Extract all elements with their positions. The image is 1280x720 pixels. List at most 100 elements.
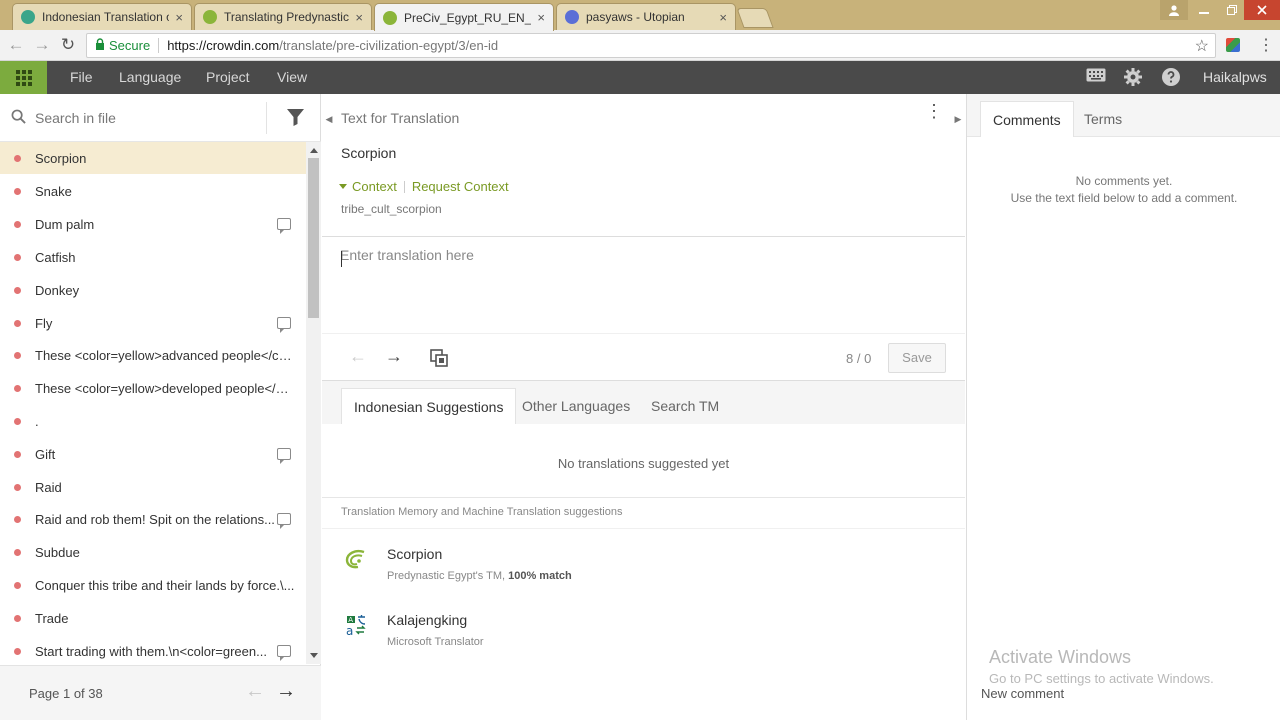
list-item[interactable]: Snake [0,175,306,207]
context-toggle[interactable]: Context [352,179,397,194]
translation-input[interactable] [340,247,940,327]
list-item[interactable]: Trade [0,602,306,634]
next-string-arrow-icon[interactable]: → [385,346,403,367]
restore-icon[interactable] [1218,0,1246,20]
extension-icon[interactable] [1226,38,1240,52]
request-context-link[interactable]: Request Context [412,179,509,194]
list-item[interactable]: Dum palm [0,208,306,240]
back-arrow-icon[interactable]: ← [6,35,26,55]
context-row: Context Request Context [339,179,509,194]
close-icon[interactable]: × [355,10,363,25]
filter-icon[interactable] [287,109,304,126]
menu-language[interactable]: Language [119,61,181,94]
suggestion-item[interactable]: Aa Kalajengking Microsoft Translator [322,607,965,667]
more-options-icon[interactable]: ⋮ [925,102,943,120]
browser-tab-translating-predynastic[interactable]: Translating Predynastic E × [194,3,372,30]
suggestion-item[interactable]: Scorpion Predynastic Egypt's TM, 100% ma… [322,541,965,601]
list-item-label: . [35,413,39,429]
user-profile-icon[interactable] [1160,0,1188,20]
keyboard-icon[interactable] [1086,67,1106,87]
browser-tab-pasyaws-utopian[interactable]: pasyaws - Utopian × [556,3,736,30]
close-icon[interactable]: × [175,10,183,25]
list-item-label: Scorpion [35,150,87,166]
previous-string-arrow-icon[interactable]: ← [349,346,367,367]
save-button[interactable]: Save [888,343,946,373]
svg-text:A: A [348,616,353,624]
forward-arrow-icon[interactable]: → [32,35,52,55]
untranslated-dot-icon [14,187,21,195]
crowdin-favicon-icon [21,10,35,24]
browser-toolbar: ← → ↻ Secure https://crowdin.com /transl… [0,30,1280,61]
editor-toolbar: ← → 8 / 0 Save [322,333,965,381]
divider [403,180,405,193]
list-item[interactable]: Subdue [0,536,306,568]
user-name[interactable]: Haikalpws [1203,61,1267,94]
collapse-right-arrow-icon[interactable]: ▶ [952,94,964,144]
apps-grid-button[interactable] [0,61,47,94]
tab-terms[interactable]: Terms [1072,101,1134,137]
microsoft-translator-icon: Aa [346,615,366,637]
scroll-up-icon[interactable] [310,148,318,153]
tab-comments[interactable]: Comments [980,101,1074,137]
prev-page-arrow-icon[interactable]: ← [245,680,265,703]
copy-source-icon[interactable] [430,349,448,367]
menu-view[interactable]: View [277,61,307,94]
empty-suggestions-message: No translations suggested yet [557,456,730,471]
browser-menu-icon[interactable]: ⋮ [1258,35,1274,55]
next-page-arrow-icon[interactable]: → [276,680,296,703]
search-input[interactable] [35,108,255,128]
close-icon[interactable]: × [719,10,727,25]
address-bar[interactable]: Secure https://crowdin.com /translate/pr… [86,33,1216,58]
browser-tab-preciv-egypt[interactable]: PreCiv_Egypt_RU_EN_tex × [374,3,554,31]
list-item[interactable]: Conquer this tribe and their lands by fo… [0,569,306,601]
comment-icon [277,218,291,234]
search-area [0,94,321,142]
untranslated-dot-icon [14,286,21,294]
list-item[interactable]: Donkey [0,274,306,306]
string-list-sidebar: Scorpion Snake Dum palm Catfish Donkey F… [0,94,321,720]
scrollbar-thumb[interactable] [308,158,319,318]
activate-title: Activate Windows [989,647,1132,667]
untranslated-dot-icon [14,483,21,491]
reload-icon[interactable]: ↻ [58,35,78,55]
menu-project[interactable]: Project [206,61,250,94]
list-item[interactable]: These <color=yellow>developed people</co… [0,372,306,404]
tab-title: pasyaws - Utopian [586,10,685,24]
close-icon[interactable]: × [537,10,545,25]
help-icon[interactable] [1161,67,1181,87]
tab-search-tm[interactable]: Search TM [639,388,731,424]
minimize-icon[interactable] [1190,0,1218,20]
comment-icon [277,448,291,464]
tab-title: PreCiv_Egypt_RU_EN_tex [404,10,532,25]
untranslated-dot-icon [14,253,21,261]
bookmark-star-icon[interactable]: ☆ [1195,36,1209,56]
browser-tab-indonesian-translation[interactable]: Indonesian Translation o × [12,3,192,30]
tm-section-label: Translation Memory and Machine Translati… [341,506,623,518]
list-item[interactable]: Raid [0,471,306,503]
suggestion-text: Scorpion [387,546,443,562]
apps-grid-icon [15,69,32,86]
tab-other-languages[interactable]: Other Languages [510,388,642,424]
list-item[interactable]: Fly [0,307,306,339]
menu-file[interactable]: File [70,61,93,94]
divider [266,102,267,134]
list-item[interactable]: These <color=yellow>advanced people</col… [0,339,306,371]
list-item[interactable]: . [0,405,306,437]
list-item[interactable]: Start trading with them.\n<color=green..… [0,635,306,664]
suggestion-tabs: Indonesian Suggestions Other Languages S… [322,381,965,424]
list-item[interactable]: Catfish [0,241,306,273]
list-item[interactable]: Scorpion [0,142,306,174]
gear-icon[interactable] [1123,67,1143,87]
list-item[interactable]: Gift [0,438,306,470]
collapse-left-arrow-icon[interactable]: ◀ [322,94,336,144]
untranslated-dot-icon [14,515,21,523]
new-comment-input[interactable]: New comment [981,686,1064,701]
list-item[interactable]: Raid and rob them! Spit on the relations… [0,503,306,535]
tab-indonesian-suggestions[interactable]: Indonesian Suggestions [341,388,517,424]
new-tab-button[interactable] [736,8,774,28]
list-scrollbar[interactable] [306,142,321,664]
list-item-label: Start trading with them.\n<color=green..… [35,643,267,659]
close-window-icon[interactable] [1244,0,1280,20]
list-item-label: Snake [35,183,72,199]
scroll-down-icon[interactable] [310,653,318,658]
